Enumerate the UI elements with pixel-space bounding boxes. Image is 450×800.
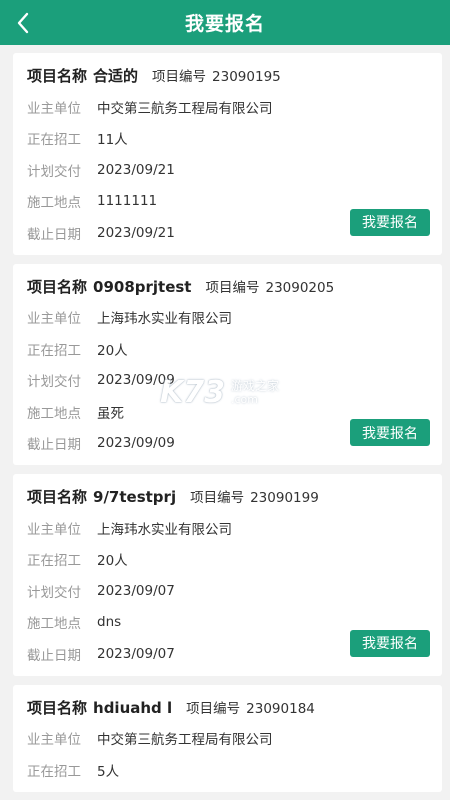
project-name: 9/7testprj [93, 488, 177, 506]
signup-button[interactable]: 我要报名 [350, 629, 430, 657]
owner-label: 业主单位 [27, 311, 81, 328]
project-code-label: 项目编号 [190, 490, 245, 506]
location-value: dns [97, 614, 122, 631]
deadline-label: 截止日期 [27, 226, 81, 243]
recruiting-value: 5人 [97, 763, 120, 780]
owner-value: 中交第三航务工程局有限公司 [97, 100, 273, 117]
project-list[interactable]: 项目名称 合适的 项目编号 23090195 业主单位 中交第三航务工程局有限公… [0, 45, 450, 800]
delivery-row: 计划交付 2023/09/09 [27, 365, 428, 397]
project-name: 合适的 [93, 67, 139, 85]
project-code: 23090184 [246, 700, 315, 717]
deadline-value: 2023/09/09 [97, 435, 175, 452]
signup-button[interactable]: 我要报名 [350, 419, 430, 446]
owner-row: 业主单位 上海玮水实业有限公司 [27, 512, 428, 544]
location-label: 施工地点 [27, 195, 81, 212]
owner-value: 中交第三航务工程局有限公司 [97, 732, 273, 749]
recruiting-label: 正在招工 [27, 132, 81, 149]
owner-label: 业主单位 [27, 521, 81, 538]
delivery-value: 2023/09/07 [97, 582, 175, 599]
owner-row: 业主单位 上海玮水实业有限公司 [27, 302, 428, 334]
card-title-row: 项目名称 hdiuahd l 项目编号 23090184 [27, 693, 428, 723]
project-name-label: 项目名称 [27, 277, 88, 296]
delivery-row: 计划交付 2023/09/21 [27, 154, 428, 186]
owner-row: 业主单位 中交第三航务工程局有限公司 [27, 91, 428, 123]
project-name: 0908prjtest [93, 277, 192, 296]
card-title-row: 项目名称 9/7testprj 项目编号 23090199 [27, 482, 428, 512]
owner-row: 业主单位 中交第三航务工程局有限公司 [27, 723, 428, 755]
deadline-label: 截止日期 [27, 647, 81, 664]
recruiting-value: 20人 [97, 342, 128, 359]
recruiting-row: 正在招工 20人 [27, 333, 428, 365]
project-code-label: 项目编号 [205, 279, 260, 296]
project-card: 项目名称 0908prjtest 项目编号 23090205 业主单位 上海玮水… [13, 263, 442, 465]
delivery-label: 计划交付 [27, 584, 81, 601]
owner-label: 业主单位 [27, 100, 81, 117]
deadline-value: 2023/09/07 [97, 645, 175, 662]
recruiting-row: 正在招工 11人 [27, 123, 428, 155]
delivery-value: 2023/09/09 [97, 372, 175, 389]
recruiting-row: 正在招工 20人 [27, 544, 428, 576]
project-card: 项目名称 9/7testprj 项目编号 23090199 业主单位 上海玮水实… [13, 474, 442, 676]
delivery-label: 计划交付 [27, 374, 81, 391]
location-value: 1111111 [97, 193, 158, 210]
delivery-label: 计划交付 [27, 163, 81, 180]
recruiting-label: 正在招工 [27, 553, 81, 570]
project-code: 23090199 [250, 490, 319, 506]
project-code-label: 项目编号 [152, 69, 207, 85]
recruiting-label: 正在招工 [27, 763, 81, 780]
recruiting-row: 正在招工 5人 [27, 754, 428, 786]
location-label: 施工地点 [27, 616, 81, 633]
location-label: 施工地点 [27, 405, 81, 422]
project-name-label: 项目名称 [27, 698, 88, 717]
recruiting-value: 20人 [97, 553, 128, 570]
card-title-row: 项目名称 0908prjtest 项目编号 23090205 [27, 272, 428, 302]
project-name: hdiuahd l [93, 698, 173, 717]
card-title-row: 项目名称 合适的 项目编号 23090195 [27, 61, 428, 91]
recruiting-label: 正在招工 [27, 342, 81, 359]
project-code-label: 项目编号 [186, 700, 241, 717]
project-code: 23090195 [212, 69, 281, 85]
location-value: 虽死 [97, 405, 124, 422]
deadline-value: 2023/09/21 [97, 224, 175, 241]
owner-label: 业主单位 [27, 732, 81, 749]
owner-value: 上海玮水实业有限公司 [97, 311, 232, 328]
delivery-row: 计划交付 2023/09/07 [27, 575, 428, 607]
project-card: 项目名称 hdiuahd l 项目编号 23090184 业主单位 中交第三航务… [13, 684, 442, 792]
back-button[interactable] [0, 0, 45, 45]
delivery-value: 2023/09/21 [97, 161, 175, 178]
app-header: 我要报名 [0, 0, 450, 45]
signup-button[interactable]: 我要报名 [350, 208, 430, 236]
owner-value: 上海玮水实业有限公司 [97, 521, 232, 538]
project-name-label: 项目名称 [27, 67, 88, 85]
recruiting-value: 11人 [97, 132, 128, 149]
project-name-label: 项目名称 [27, 488, 88, 506]
deadline-label: 截止日期 [27, 437, 81, 454]
project-card: 项目名称 合适的 项目编号 23090195 业主单位 中交第三航务工程局有限公… [13, 53, 442, 255]
project-code: 23090205 [265, 279, 335, 296]
chevron-left-icon [17, 12, 28, 33]
page-title: 我要报名 [184, 13, 265, 35]
